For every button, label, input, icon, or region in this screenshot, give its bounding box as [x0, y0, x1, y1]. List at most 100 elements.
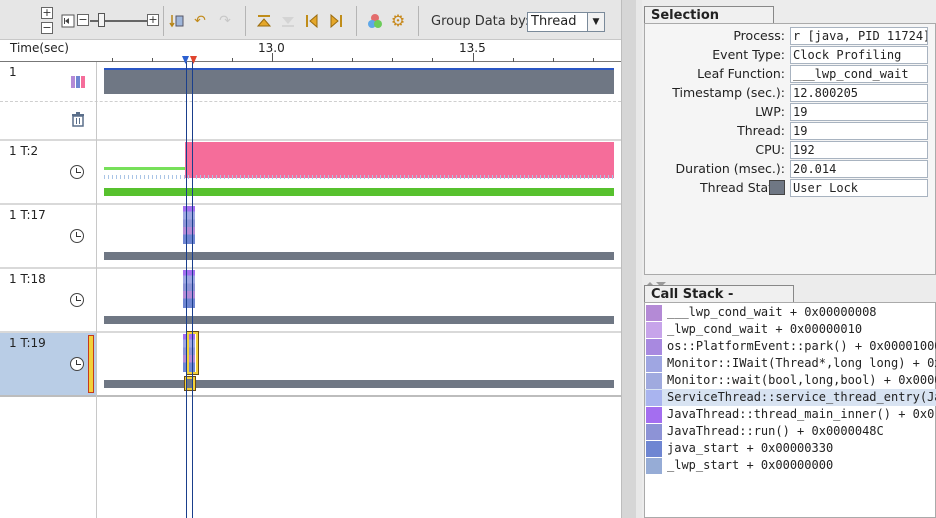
sample-ticks: [104, 175, 614, 179]
toolbar: + − − + ↶ ↷ ⚙ Group Data by: Thread ▼: [0, 0, 636, 40]
step-down-icon: [282, 17, 294, 27]
time-cursor-line[interactable]: [186, 62, 187, 518]
filter-button[interactable]: [168, 12, 186, 30]
zoom-out-icon[interactable]: −: [77, 14, 89, 26]
timeline-row-thread-17[interactable]: 1 T:17: [0, 205, 621, 269]
event-type-value[interactable]: Clock Profiling: [790, 46, 928, 64]
zoom-in-vertical-icon[interactable]: +: [41, 7, 53, 19]
frame-label: os::PlatformEvent::park() + 0x00001000: [667, 339, 936, 353]
process-activity-bar[interactable]: [104, 68, 614, 94]
thread-activity-bar[interactable]: [104, 252, 614, 260]
zoom-reset-button[interactable]: [59, 12, 77, 30]
timestamp-value[interactable]: 12.800205: [790, 84, 928, 102]
field-label: Event Type:: [712, 47, 785, 62]
frame-label: JavaThread::thread_main_inner() + 0x0: [667, 407, 935, 421]
clock-icon: [70, 357, 86, 373]
filter-icon: [169, 15, 184, 28]
frame-color-swatch: [646, 407, 662, 423]
user-lock-state-bar[interactable]: [185, 142, 614, 178]
frame-color-swatch: [646, 373, 662, 389]
row-label: 1: [9, 65, 17, 79]
field-label: CPU:: [755, 142, 785, 157]
settings-button[interactable]: ⚙: [389, 12, 407, 30]
color-chooser-button[interactable]: [366, 12, 384, 30]
process-value[interactable]: r [java, PID 11724]: [790, 27, 928, 45]
row-label: 1 T:2: [9, 144, 39, 158]
call-stack-frame[interactable]: Monitor::IWait(Thread*,long long) + 0x0: [645, 355, 936, 372]
undo-icon: ↶: [194, 13, 206, 29]
clock-icon: [70, 165, 86, 181]
color-legend-icon: [70, 74, 86, 90]
call-stack-frame[interactable]: ___lwp_cond_wait + 0x00000008: [645, 304, 936, 321]
color-circles-icon: [368, 14, 382, 28]
thread-state-swatch: [769, 180, 785, 195]
call-stack-frame[interactable]: JavaThread::thread_main_inner() + 0x0: [645, 406, 936, 423]
leaf-function-value[interactable]: ___lwp_cond_wait: [790, 65, 928, 83]
trash-icon: [70, 111, 86, 127]
row-selection-marker: [88, 335, 94, 393]
row-label: 1 T:17: [9, 208, 46, 222]
step-up-button[interactable]: [255, 12, 273, 30]
frame-color-swatch: [646, 305, 662, 321]
clock-icon: [70, 229, 86, 245]
call-stack-frame[interactable]: _lwp_start + 0x00000000: [645, 457, 936, 474]
call-stack-frame[interactable]: JavaThread::run() + 0x0000048C: [645, 423, 936, 440]
step-down-button[interactable]: [279, 12, 297, 30]
timeline-row-thread-19[interactable]: 1 T:19: [0, 331, 621, 397]
time-cursor-line[interactable]: [192, 62, 193, 518]
call-stack-tab[interactable]: Call Stack - Timeline: [644, 285, 794, 319]
call-stack-frame[interactable]: _lwp_cond_wait + 0x00000010: [645, 321, 936, 338]
timeline-row-process[interactable]: 1: [0, 62, 621, 102]
timeline-row-thread-2[interactable]: 1 T:2: [0, 141, 621, 205]
step-right-icon: [330, 13, 342, 29]
undo-button[interactable]: ↶: [191, 12, 209, 30]
redo-icon: ↷: [219, 13, 231, 29]
step-left-icon: [306, 13, 318, 29]
timeline-row-thread-18[interactable]: 1 T:18: [0, 269, 621, 333]
frame-color-swatch: [646, 339, 662, 355]
thread-activity-bar[interactable]: [104, 316, 614, 324]
field-label: Process:: [733, 28, 785, 43]
selection-details-tab[interactable]: Selection Details: [644, 6, 774, 40]
zoom-slider-thumb[interactable]: [98, 13, 105, 27]
frame-label: _lwp_start + 0x00000000: [667, 458, 834, 472]
thread-value[interactable]: 19: [790, 122, 928, 140]
toolbar-divider: [356, 6, 357, 36]
zoom-out-vertical-icon[interactable]: −: [41, 22, 53, 34]
duration-value[interactable]: 20.014: [790, 160, 928, 178]
call-stack-sample[interactable]: [183, 206, 195, 244]
step-right-button[interactable]: [327, 12, 345, 30]
zoom-in-icon[interactable]: +: [147, 14, 159, 26]
lwp-value[interactable]: 19: [790, 103, 928, 121]
timeline-row-misc[interactable]: [0, 102, 621, 141]
toolbar-divider: [418, 6, 419, 36]
thread-state-line: [104, 167, 185, 170]
field-label: Thread:: [737, 123, 785, 138]
redo-button[interactable]: ↷: [216, 12, 234, 30]
call-stack-frame[interactable]: os::PlatformEvent::park() + 0x00001000: [645, 338, 936, 355]
thread-activity-bar[interactable]: [104, 380, 614, 388]
group-data-select[interactable]: Thread ▼: [527, 12, 605, 32]
step-up-icon: [256, 15, 272, 27]
frame-color-swatch: [646, 458, 662, 474]
cursor-marker-icon[interactable]: [182, 54, 198, 68]
call-stack-frame[interactable]: java_start + 0x00000330: [645, 440, 936, 457]
field-label: LWP:: [755, 104, 785, 119]
frame-label: java_start + 0x00000330: [667, 441, 834, 455]
call-stack-frame-selected[interactable]: ServiceThread::service_thread_entry(Ja: [645, 389, 936, 406]
cpu-value[interactable]: 192: [790, 141, 928, 159]
cpu-activity-bar[interactable]: [104, 188, 614, 196]
vertical-scrollbar[interactable]: [621, 0, 636, 518]
call-stack-frame[interactable]: Monitor::wait(bool,long,bool) + 0x0000: [645, 372, 936, 389]
step-left-button[interactable]: [303, 12, 321, 30]
group-data-value: Thread: [531, 14, 577, 29]
frame-color-swatch: [646, 390, 662, 406]
field-label: Timestamp (sec.):: [672, 85, 785, 100]
ruler-ticks: [0, 40, 621, 62]
call-stack-sample[interactable]: [183, 270, 195, 308]
zoom-reset-icon: [61, 14, 75, 28]
frame-label: Monitor::wait(bool,long,bool) + 0x0000: [667, 373, 936, 387]
timeline-panel: + − − + ↶ ↷ ⚙ Group Data by: Thread ▼ Ti…: [0, 0, 636, 518]
field-label: Thread State:: [700, 180, 785, 195]
thread-state-value[interactable]: User Lock: [790, 179, 928, 197]
